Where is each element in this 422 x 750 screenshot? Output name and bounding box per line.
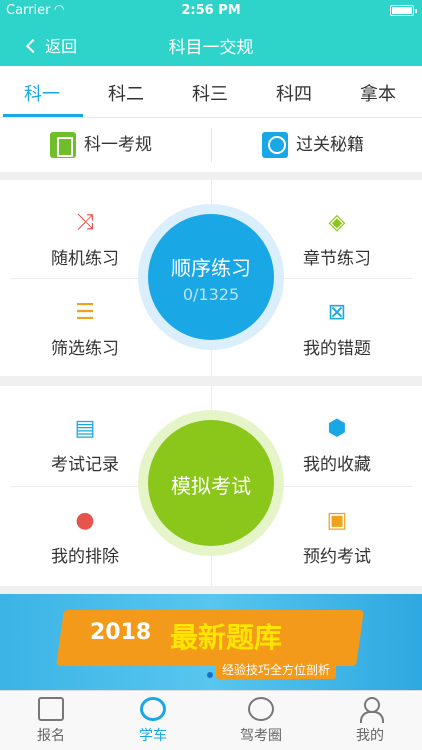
compass-icon: [248, 697, 274, 721]
book-exam-label: 预约考试: [303, 547, 371, 567]
tab-signup[interactable]: 报名: [11, 697, 91, 745]
active-tab-indicator: [3, 114, 83, 117]
banner-year: 2018: [90, 620, 152, 645]
practice-panel: ⤨ 随机练习 ◈ 章节练习 ☰ 筛选练习 ⊠ 我的错题 顺序练习 0/1325: [0, 180, 422, 376]
tab-mine[interactable]: 我的: [330, 697, 410, 745]
tab-subject-1[interactable]: 科一: [0, 80, 84, 106]
tab-learn-driving[interactable]: 学车: [113, 697, 193, 745]
banner-headline: 最新题库: [170, 621, 283, 654]
sequential-practice-progress: 0/1325: [182, 285, 240, 304]
my-excluded-button[interactable]: ● 我的排除: [20, 508, 150, 567]
exam-panel: ▤ 考试记录 ⬢ 我的收藏 ● 我的排除 ▣ 预约考试 模拟考试: [0, 386, 422, 586]
tab-subject-2[interactable]: 科二: [84, 80, 168, 106]
exam-records-button[interactable]: ▤ 考试记录: [20, 416, 150, 475]
page-indicator-dot: [207, 672, 213, 678]
tab-learn-driving-label: 学车: [139, 728, 167, 744]
filter-practice-button[interactable]: ☰ 筛选练习: [20, 300, 150, 359]
bottom-tab-bar: 报名 学车 驾考圈 我的: [0, 690, 422, 750]
medal-icon: [262, 132, 288, 158]
sequential-practice-label: 顺序练习: [171, 256, 251, 280]
clipboard-icon: ▤: [74, 416, 96, 441]
wrong-questions-label: 我的错题: [303, 339, 371, 359]
id-card-icon: [38, 697, 64, 721]
divider: [211, 128, 212, 162]
clock: 2:56 PM: [181, 3, 241, 18]
mock-exam-button[interactable]: 模拟考试: [148, 420, 274, 546]
cube-icon: ⬢: [327, 416, 347, 441]
nav-bar: 返回 科目一交规: [0, 22, 422, 66]
exam-rules-label: 科一考规: [84, 135, 152, 155]
pass-tips-label: 过关秘籍: [296, 135, 364, 155]
mock-exam-label: 模拟考试: [171, 474, 251, 498]
book-icon: [50, 132, 76, 158]
my-excluded-label: 我的排除: [51, 547, 119, 567]
tab-mine-label: 我的: [356, 728, 384, 744]
promo-banner[interactable]: 2018 最新题库 经验技巧全方位剖析: [0, 594, 422, 690]
my-favorites-button[interactable]: ⬢ 我的收藏: [272, 416, 402, 475]
filter-icon: ☰: [75, 300, 95, 325]
wrong-questions-button[interactable]: ⊠ 我的错题: [272, 300, 402, 359]
banner-subline: 经验技巧全方位剖析: [216, 660, 337, 679]
exam-rules-link[interactable]: 科一考规: [50, 130, 152, 158]
tab-get-license[interactable]: 拿本: [336, 80, 420, 106]
book-exam-button[interactable]: ▣ 预约考试: [272, 508, 402, 567]
chart-icon: ●: [75, 508, 95, 533]
quick-links: 科一考规 过关秘籍: [0, 118, 422, 172]
my-favorites-label: 我的收藏: [303, 455, 371, 475]
random-practice-label: 随机练习: [51, 249, 119, 269]
page-title: 科目一交规: [168, 38, 254, 58]
tab-community[interactable]: 驾考圈: [221, 697, 301, 745]
status-bar: Carrier ◠ 2:56 PM: [0, 0, 422, 22]
tab-signup-label: 报名: [37, 728, 65, 744]
layers-icon: ◈: [328, 210, 346, 235]
subject-tabs: 科一 科二 科三 科四 拿本: [0, 66, 422, 118]
chapter-practice-label: 章节练习: [303, 249, 371, 269]
filter-practice-label: 筛选练习: [51, 339, 119, 359]
appointment-icon: ▣: [326, 508, 348, 533]
tab-community-label: 驾考圈: [240, 728, 282, 744]
wrong-book-icon: ⊠: [327, 300, 347, 325]
battery-icon: [390, 5, 417, 16]
shuffle-icon: ⤨: [76, 210, 94, 235]
chapter-practice-button[interactable]: ◈ 章节练习: [272, 210, 402, 269]
tab-subject-4[interactable]: 科四: [252, 80, 336, 106]
sequential-practice-button[interactable]: 顺序练习 0/1325: [148, 214, 274, 340]
person-icon: [357, 697, 384, 723]
steering-wheel-icon: [140, 697, 166, 721]
pass-tips-link[interactable]: 过关秘籍: [262, 130, 364, 158]
random-practice-button[interactable]: ⤨ 随机练习: [20, 210, 150, 269]
tab-subject-3[interactable]: 科三: [168, 80, 252, 106]
exam-records-label: 考试记录: [51, 455, 119, 475]
